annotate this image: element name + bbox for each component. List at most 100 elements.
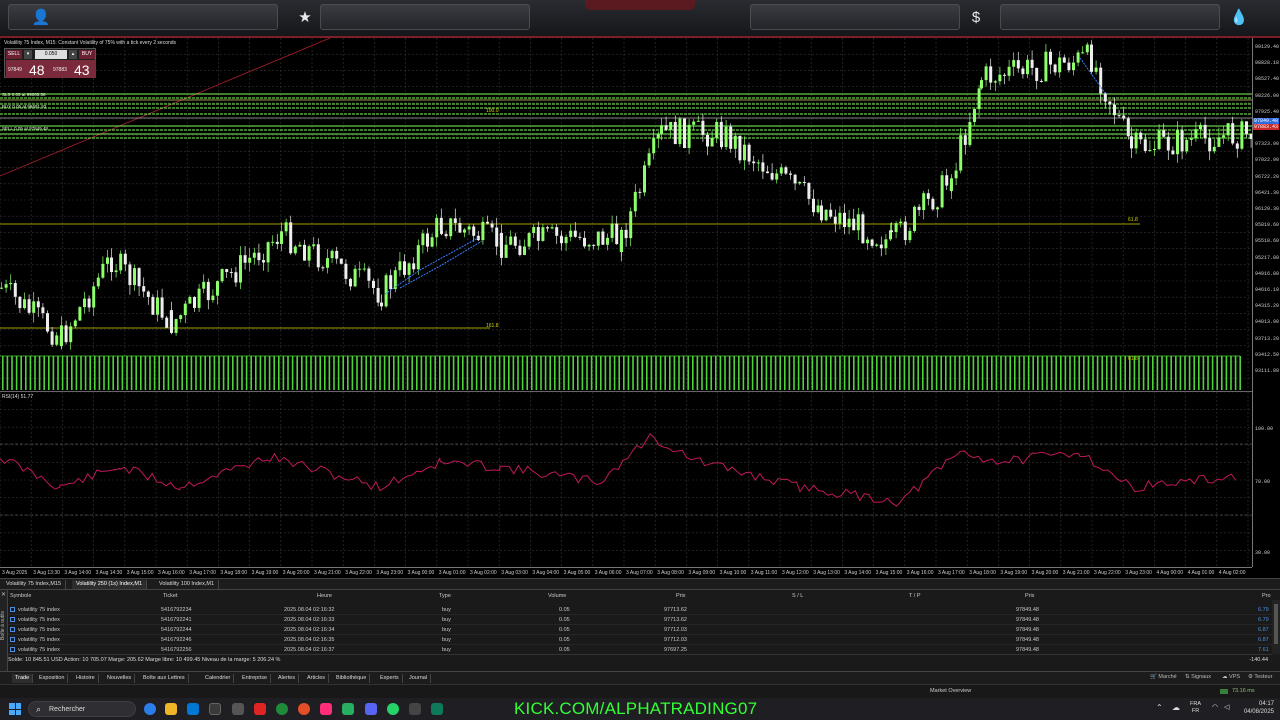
terminal-scrollbar[interactable] bbox=[1272, 600, 1280, 654]
tab-mailbox[interactable]: Boîte aux Lettres bbox=[140, 674, 189, 683]
col-header-ticket[interactable]: Ticket bbox=[163, 593, 177, 599]
chart-tab[interactable]: Volatility 75 Index,M15 bbox=[2, 580, 67, 589]
dollar-icon[interactable]: $ bbox=[966, 8, 986, 28]
candle bbox=[784, 167, 788, 174]
chart-tab[interactable]: Volatility 100 Index,M1 bbox=[155, 580, 220, 589]
col-header-profit[interactable]: Pro bbox=[1262, 593, 1271, 599]
vps-button[interactable]: ☁ VPS bbox=[1222, 674, 1240, 680]
sell-button[interactable]: SELL bbox=[6, 50, 22, 59]
col-header-price[interactable]: Prix bbox=[676, 593, 685, 599]
time-axis-label: 3 Aug 11:00 bbox=[750, 570, 778, 576]
candle bbox=[73, 320, 77, 327]
candle bbox=[583, 237, 586, 247]
col-header-current-price[interactable]: Prix bbox=[1025, 593, 1034, 599]
volume-bar bbox=[1193, 356, 1195, 390]
volume-bar bbox=[190, 356, 193, 390]
volume-bar bbox=[1207, 356, 1209, 390]
mail-icon[interactable] bbox=[187, 703, 199, 715]
tab-experts[interactable]: Experts bbox=[377, 674, 403, 683]
scrollbar-thumb[interactable] bbox=[1274, 604, 1278, 644]
volume-icon[interactable]: ◁ bbox=[1224, 703, 1229, 711]
table-row[interactable]: volatility 75 index 5416792246 2025.08.0… bbox=[8, 635, 1272, 645]
discord-icon[interactable] bbox=[365, 703, 377, 715]
table-row[interactable]: volatility 75 index 5416792234 2025.08.0… bbox=[8, 605, 1272, 615]
market-overview-label[interactable]: Market Overview bbox=[930, 688, 971, 694]
volume-bar bbox=[406, 356, 409, 390]
lot-size-input[interactable]: 0.050 bbox=[35, 50, 67, 59]
tiktok-icon[interactable] bbox=[320, 703, 332, 715]
app-icon[interactable] bbox=[232, 703, 244, 715]
col-header-tp[interactable]: T / P bbox=[909, 593, 921, 599]
cloud-icon[interactable]: ☁ bbox=[1172, 703, 1180, 712]
tab-exposition[interactable]: Exposition bbox=[36, 674, 69, 683]
tab-library[interactable]: Bibliothèque bbox=[333, 674, 371, 683]
app-icon[interactable] bbox=[409, 703, 421, 715]
file-explorer-icon[interactable] bbox=[165, 703, 177, 715]
tab-company[interactable]: Entreprise bbox=[239, 674, 272, 683]
green-app-icon[interactable] bbox=[342, 703, 354, 715]
star-icon[interactable]: ★ bbox=[295, 8, 315, 28]
language-indicator[interactable]: FRA FR bbox=[1190, 701, 1201, 715]
fib-level-label: 161.8 bbox=[486, 323, 499, 329]
position-icon bbox=[10, 617, 15, 622]
lot-increase-button[interactable]: ▴ bbox=[69, 50, 77, 59]
signals-button[interactable]: ⇅ Signaux bbox=[1185, 674, 1211, 680]
price-axis[interactable]: 100.00 70.00 30.00 99129.40 98828.18 98527… bbox=[1252, 38, 1280, 567]
table-row[interactable]: volatility 75 index 5416792244 2025.08.0… bbox=[8, 625, 1272, 635]
tester-button[interactable]: ⚙ Testeur bbox=[1248, 674, 1272, 680]
volume-bar bbox=[540, 356, 542, 390]
candle bbox=[629, 211, 633, 239]
store-icon[interactable] bbox=[209, 703, 221, 715]
volume-bar bbox=[862, 356, 864, 390]
user-icon[interactable]: 👤 bbox=[31, 8, 51, 28]
windows-start-icon[interactable] bbox=[9, 703, 21, 715]
candle bbox=[729, 126, 733, 149]
col-header-type[interactable]: Type bbox=[439, 593, 451, 599]
candle bbox=[303, 244, 306, 261]
volume-bar bbox=[751, 356, 754, 390]
xbox-icon[interactable] bbox=[276, 703, 288, 715]
price-chart-canvas[interactable]: 100.0 61.8 161.8 61.8 SLS 0.05 at 99065.56 BU… bbox=[0, 37, 1253, 390]
trading-app-icon[interactable] bbox=[254, 703, 266, 715]
market-button[interactable]: 🛒 Marché bbox=[1150, 674, 1177, 680]
col-header-time[interactable]: Heure bbox=[317, 593, 332, 599]
candle bbox=[101, 263, 105, 278]
table-row[interactable]: volatility 75 index 5416792241 2025.08.0… bbox=[8, 615, 1272, 625]
rsi-indicator-window[interactable]: RSI(14) 51.77 bbox=[0, 391, 1252, 569]
buy-button[interactable]: BUY bbox=[79, 50, 95, 59]
wifi-icon[interactable]: ◠ bbox=[1212, 703, 1218, 711]
time-axis-label: 3 Aug 18:00 bbox=[220, 570, 248, 576]
volume-bar bbox=[1119, 356, 1122, 390]
candle bbox=[1103, 93, 1107, 102]
col-header-volume[interactable]: Volume bbox=[548, 593, 566, 599]
tab-calendar[interactable]: Calendrier bbox=[202, 674, 235, 683]
ask-price-button[interactable]: 97883 43 bbox=[51, 60, 96, 78]
tab-articles[interactable]: Articles bbox=[304, 674, 330, 683]
col-header-sl[interactable]: S / L bbox=[792, 593, 803, 599]
lot-decrease-button[interactable]: ▾ bbox=[24, 50, 32, 59]
col-header-symbol[interactable]: Symbole bbox=[10, 593, 31, 599]
system-clock[interactable]: 04:17 04/08/2025 bbox=[1238, 700, 1274, 716]
tab-news[interactable]: Nouvelles bbox=[104, 674, 136, 683]
bid-price-button[interactable]: 97849 48 bbox=[6, 60, 51, 78]
tab-trade[interactable]: Trade bbox=[12, 674, 34, 683]
tab-alerts[interactable]: Alertes bbox=[275, 674, 300, 683]
price-chart[interactable]: 100.0 61.8 161.8 61.8 SLS 0.05 at 99065.56 BU… bbox=[0, 37, 1253, 390]
rsi-canvas bbox=[0, 391, 1252, 569]
edge-icon[interactable] bbox=[144, 703, 156, 715]
whatsapp-icon[interactable] bbox=[387, 703, 399, 715]
volume-bar bbox=[779, 356, 781, 390]
app-icon[interactable] bbox=[431, 703, 443, 715]
tab-journal[interactable]: Journal bbox=[406, 674, 432, 683]
taskbar-search[interactable]: ⌕ Rechercher bbox=[28, 701, 136, 717]
close-icon[interactable]: ✕ bbox=[1, 591, 6, 598]
chart-tab[interactable]: Volatility 250 (1s) Index,M1 bbox=[72, 580, 148, 589]
tab-history[interactable]: Histoire bbox=[73, 674, 99, 683]
drop-icon[interactable]: 💧 bbox=[1229, 8, 1249, 28]
volume-bar bbox=[25, 356, 27, 390]
candle bbox=[843, 212, 846, 228]
chrome-icon[interactable] bbox=[298, 703, 310, 715]
candle bbox=[403, 261, 406, 275]
candle bbox=[463, 229, 466, 233]
chevron-up-icon[interactable]: ⌃ bbox=[1156, 703, 1163, 712]
